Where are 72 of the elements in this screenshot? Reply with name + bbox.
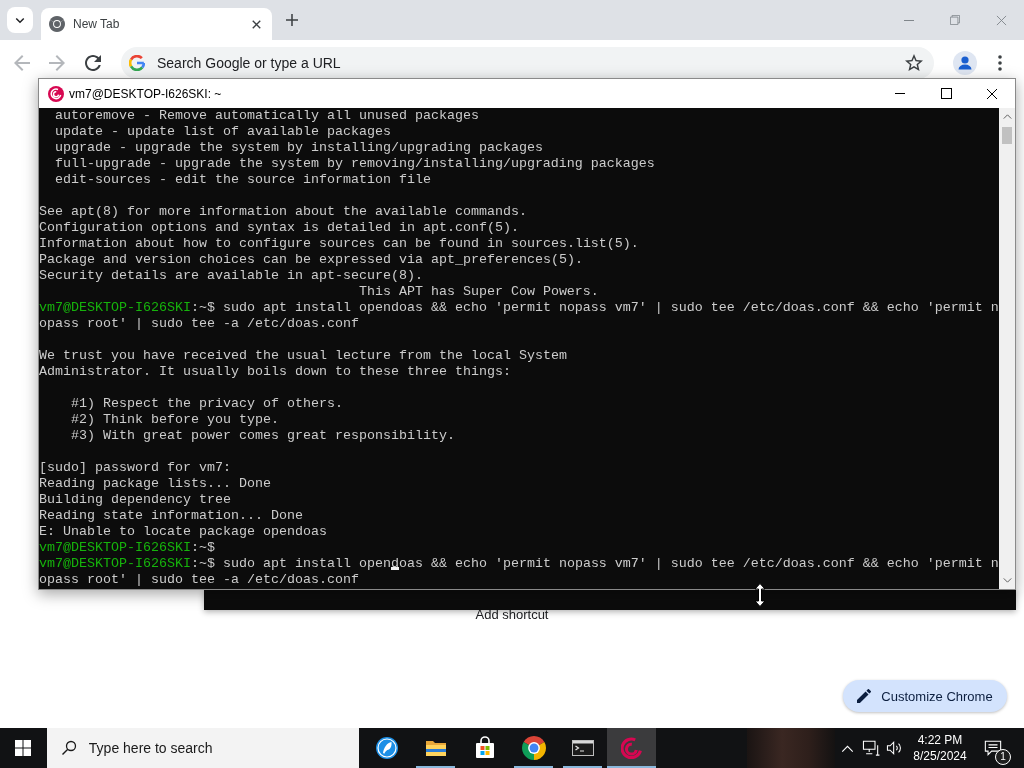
chevron-down-icon [15,16,25,24]
star-icon [905,54,923,72]
clock-button[interactable]: 4:22 PM 8/25/2024 [907,728,973,768]
terminal-output-line: opass root' | sudo tee -a /etc/doas.conf [39,316,359,331]
tab-list-button[interactable] [7,7,33,33]
terminal-output-line: Package and version choices can be expressed via apt_preferences(5). [39,252,583,267]
arrow-right-icon [49,55,65,71]
speaker-icon [886,740,904,756]
terminal-output-line: #1) Respect the privacy of others. [71,396,343,411]
customize-chrome-button[interactable]: Customize Chrome [843,680,1007,712]
scrollbar-thumb[interactable] [1002,127,1012,144]
chrome-logo-icon [49,16,65,32]
terminal-output-line: Information about how to configure sources can be found in sources.list(5). [39,236,639,251]
search-icon [60,740,77,756]
profile-button[interactable] [953,51,977,75]
speech-bubble-icon [984,739,1002,757]
terminal-output-line: edit-sources - edit the source information file [55,172,431,187]
terminal-output-line: update - update list of available packages [55,124,391,139]
terminal-prompt: vm7@DESKTOP-I626SKI:~$ [39,300,215,315]
terminal-prompt: vm7@DESKTOP-I626SKI:~$ [39,540,215,555]
arrow-left-icon [14,55,30,71]
terminal-output-line: #3) With great power comes great responsibility. [71,428,455,443]
window-title: vm7@DESKTOP-I626SKI: ~ [69,86,222,101]
close-icon [995,14,1007,26]
terminal-output-line: This APT has Super Cow Powers. [358,284,599,299]
restore-icon [950,15,960,25]
terminal-command: sudo apt install opendoas && echo 'permit nopass vm7' | sudo tee /etc/doas.conf && echo 'permit n [222,300,999,315]
chevron-up-icon [1002,114,1012,119]
reload-icon [85,55,101,71]
taskbar-search-field[interactable]: Type here to search [46,728,360,768]
minimize-icon [904,19,914,21]
terminal-output-line: We trust you have received the usual lecture from the local System [39,348,567,363]
terminal-output-line: Configuration options and syntax is detailed in apt.conf(5). [39,220,519,235]
terminal-command: sudo apt install opendoas && echo 'permit nopass vm7' | sudo tee /etc/doas.conf && echo 'permit n [222,556,999,571]
terminal-output-line: Administrator. It usually boils down to these three things: [39,364,511,379]
person-icon [953,51,977,75]
google-logo-icon [129,55,145,71]
swirl-logo-icon [620,737,643,759]
notifications-button[interactable]: 1 [973,728,1013,768]
address-bar-field[interactable]: Search Google or type a URL [121,47,934,79]
close-icon [986,87,998,100]
pencil-icon [857,689,872,703]
terminal-output-line: See apt(8) for more information about the available commands. [39,204,527,219]
close-icon [251,19,261,29]
terminal-output-line: full-upgrade - upgrade the system by removing/installing/upgrading packages [55,156,655,171]
terminal-output-line: Building dependency tree [39,492,231,507]
terminal-output-line: autoremove - Remove automatically all unused packages [55,108,479,123]
terminal-output-line: E: Unable to locate package opendoas [39,524,327,539]
scrollbar-track[interactable] [999,108,1015,589]
minimize-icon [895,93,905,94]
terminal-output-line: Security details are available in apt-secure(8). [39,268,423,283]
windows-logo-icon [15,740,32,756]
maximize-icon [940,88,952,99]
terminal-output-line: #2) Think before you type. [71,412,279,427]
browser-tab[interactable]: New Tab [41,8,272,40]
terminal-output-line: Reading state information... Done [39,508,303,523]
chevron-up-icon [840,744,854,752]
terminal-output-line: opass root' | sudo tee -a /etc/doas.conf [39,572,359,587]
search-input[interactable]: Type here to search [88,738,360,758]
swirl-logo-icon [48,85,64,102]
chevron-down-icon [1002,578,1012,583]
terminal-output-line: Reading package lists... Done [39,476,271,491]
add-shortcut-label[interactable]: Add shortcut [475,607,549,623]
chrome-logo-icon [521,736,546,760]
terminal-output-line: upgrade - upgrade the system by installing/upgrading packages [55,140,543,155]
menu-icon [998,55,1002,71]
terminal-output-line: [sudo] password for vm7: [39,460,231,475]
terminal-prompt: vm7@DESKTOP-I626SKI:~$ [39,556,215,571]
notification-badge: 1 [995,749,1011,765]
plus-icon [286,14,298,26]
network-icon [862,740,880,756]
feather-icon [374,736,399,760]
